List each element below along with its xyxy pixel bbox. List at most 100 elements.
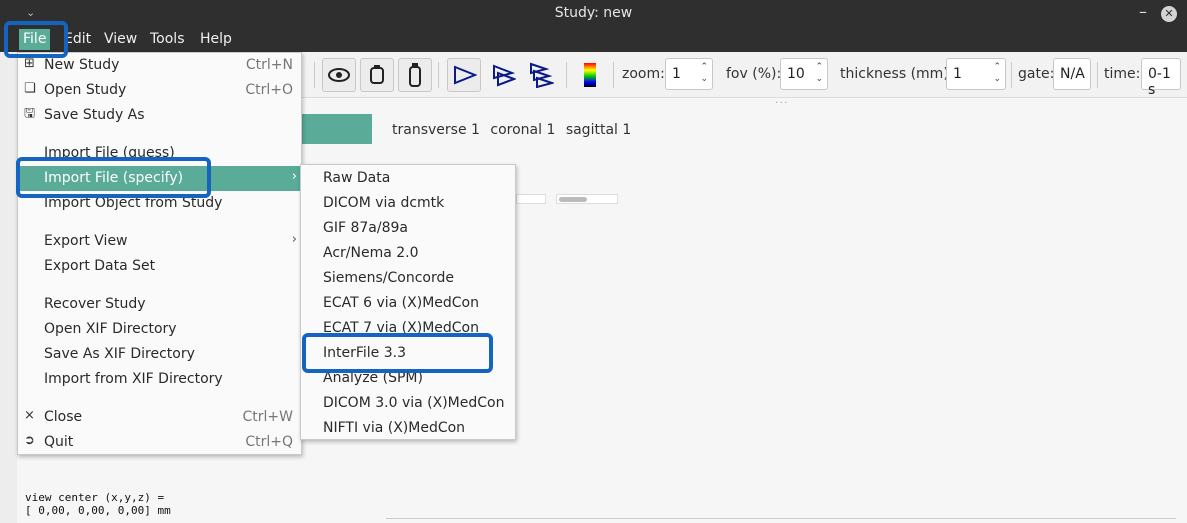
submenu-item-interfile[interactable]: InterFile 3.3 (301, 340, 515, 365)
submenu-item-label: DICOM 3.0 via (X)MedCon (323, 395, 505, 411)
slice-slider[interactable] (556, 194, 618, 204)
menubar: File Edit View Tools Help (0, 28, 1187, 52)
menu-item-import-file-guess[interactable]: Import File (guess) (18, 141, 301, 166)
submenu-item-dicom-dcmtk[interactable]: DICOM via dcmtk (301, 190, 515, 215)
menu-item-recover-study[interactable]: Recover Study (18, 292, 301, 317)
new-icon: ⊞ (24, 56, 35, 71)
submenu-item-ecat7[interactable]: ECAT 7 via (X)MedCon (301, 315, 515, 340)
toolbar-separator (1097, 62, 1098, 88)
menu-tools[interactable]: Tools (146, 31, 189, 47)
thickness-spinner[interactable]: 1 ⌃ ⌄ (946, 58, 1006, 90)
menu-item-open-xif[interactable]: Open XIF Directory (18, 317, 301, 342)
submenu-item-label: Analyze (SPM) (323, 370, 423, 386)
selected-tree-row[interactable] (300, 114, 372, 144)
cylinder-icon (370, 65, 384, 84)
submenu-item-acr-nema[interactable]: Acr/Nema 2.0 (301, 240, 515, 265)
submenu-item-gif[interactable]: GIF 87a/89a (301, 215, 515, 240)
menu-item-accel: Ctrl+Q (245, 434, 293, 450)
close-window-icon[interactable]: ✕ (1161, 6, 1177, 22)
view-mode-linked-button[interactable] (486, 58, 520, 92)
menu-item-close[interactable]: × Close Ctrl+W (18, 405, 301, 430)
menu-item-label: Recover Study (44, 296, 146, 312)
layout-orthogonal-button[interactable] (360, 58, 394, 92)
gate-button[interactable]: N/A (1053, 58, 1091, 90)
spinner-arrows-icon[interactable]: ⌃ ⌄ (700, 61, 708, 85)
tall-cylinder-icon (409, 63, 421, 87)
time-button[interactable]: 0-1 s (1141, 58, 1181, 98)
menu-item-label: Close (44, 409, 83, 425)
triple-view-icon (530, 62, 554, 88)
color-table-button[interactable] (574, 58, 608, 92)
menu-help[interactable]: Help (196, 31, 236, 47)
menu-item-label: Import Object from Study (44, 195, 223, 211)
menu-file[interactable]: File (19, 29, 51, 50)
slice-slider[interactable] (516, 194, 546, 204)
submenu-item-label: Acr/Nema 2.0 (323, 245, 419, 261)
time-label: time: (1104, 66, 1141, 82)
menu-item-new-study[interactable]: ⊞ New Study Ctrl+N (18, 53, 301, 78)
menu-item-label: Open XIF Directory (44, 321, 177, 337)
save-icon: 🖫 (24, 106, 36, 121)
gate-value: N/A (1060, 66, 1085, 82)
zoom-value: 1 (672, 66, 681, 82)
menu-item-label: Export Data Set (44, 258, 156, 274)
submenu-item-dicom3[interactable]: DICOM 3.0 via (X)MedCon (301, 390, 515, 415)
menu-item-label: Save Study As (44, 107, 145, 123)
submenu-item-label: DICOM via dcmtk (323, 195, 445, 211)
menu-item-quit[interactable]: ➲ Quit Ctrl+Q (18, 430, 301, 455)
view-tabs: transverse 1 coronal 1 sagittal 1 (392, 122, 637, 138)
submenu-item-analyze[interactable]: Analyze (SPM) (301, 365, 515, 390)
menu-item-open-study[interactable]: ❏ Open Study Ctrl+O (18, 78, 301, 103)
submenu-item-nifti[interactable]: NIFTI via (X)MedCon (301, 415, 515, 440)
submenu-item-ecat6[interactable]: ECAT 6 via (X)MedCon (301, 290, 515, 315)
menu-item-import-object[interactable]: Import Object from Study (18, 191, 301, 216)
menu-item-export-data-set[interactable]: Export Data Set (18, 254, 301, 279)
submenu-item-siemens-concorde[interactable]: Siemens/Concorde (301, 265, 515, 290)
submenu-arrow-icon: › (291, 232, 297, 247)
menu-item-label: Export View (44, 233, 128, 249)
import-submenu: Raw Data DICOM via dcmtk GIF 87a/89a Acr… (300, 164, 516, 440)
menu-item-accel: Ctrl+N (245, 57, 293, 73)
menu-item-accel: Ctrl+W (242, 409, 293, 425)
zoom-spinner[interactable]: 1 ⌃ ⌄ (665, 58, 713, 90)
menu-edit[interactable]: Edit (60, 31, 95, 47)
spinner-arrows-icon[interactable]: ⌃ ⌄ (815, 61, 823, 85)
menu-item-label: Quit (44, 434, 74, 450)
submenu-item-label: NIFTI via (X)MedCon (323, 420, 466, 436)
menu-item-import-from-xif[interactable]: Import from XIF Directory (18, 367, 301, 392)
tab-transverse[interactable]: transverse 1 (392, 122, 480, 138)
menu-item-save-study-as[interactable]: 🖫 Save Study As (18, 103, 301, 128)
menu-item-label: Open Study (44, 82, 127, 98)
tab-sagittal[interactable]: sagittal 1 (566, 122, 631, 138)
pane-handle-icon[interactable]: ··· (775, 96, 789, 109)
linked-view-icon (493, 64, 516, 87)
menu-item-export-view[interactable]: Export View › (18, 229, 301, 254)
layout-linear-button[interactable] (322, 58, 356, 92)
toolbar-separator (1011, 62, 1012, 88)
single-view-icon (454, 65, 477, 85)
view-layout-icon (328, 68, 350, 82)
toolbar-separator (566, 62, 567, 88)
tab-coronal[interactable]: coronal 1 (490, 122, 555, 138)
thickness-label: thickness (mm): (840, 66, 954, 82)
title-bar: ⌄ Study: new – ✕ (0, 0, 1187, 28)
menu-view[interactable]: View (100, 31, 141, 47)
quit-icon: ➲ (24, 433, 35, 448)
close-icon: × (24, 408, 35, 423)
menu-item-save-as-xif[interactable]: Save As XIF Directory (18, 342, 301, 367)
time-value: 0-1 s (1148, 66, 1171, 98)
view-mode-single-button[interactable] (447, 58, 481, 92)
file-menu: ⊞ New Study Ctrl+N ❏ Open Study Ctrl+O 🖫… (17, 52, 302, 455)
layout-stack-button[interactable] (398, 58, 432, 92)
minimize-icon[interactable]: – (1139, 2, 1147, 21)
thickness-value: 1 (953, 66, 962, 82)
submenu-item-raw-data[interactable]: Raw Data (301, 165, 515, 190)
fov-spinner[interactable]: 10 ⌃ ⌄ (780, 58, 828, 90)
menu-item-label: Import from XIF Directory (44, 371, 223, 387)
divider (386, 518, 1176, 519)
submenu-item-label: GIF 87a/89a (323, 220, 408, 236)
spinner-arrows-icon[interactable]: ⌃ ⌄ (993, 61, 1001, 85)
menu-item-import-file-specify[interactable]: Import File (specify) › (18, 166, 301, 191)
slider-knob[interactable] (559, 197, 587, 202)
view-mode-triple-button[interactable] (524, 58, 558, 92)
